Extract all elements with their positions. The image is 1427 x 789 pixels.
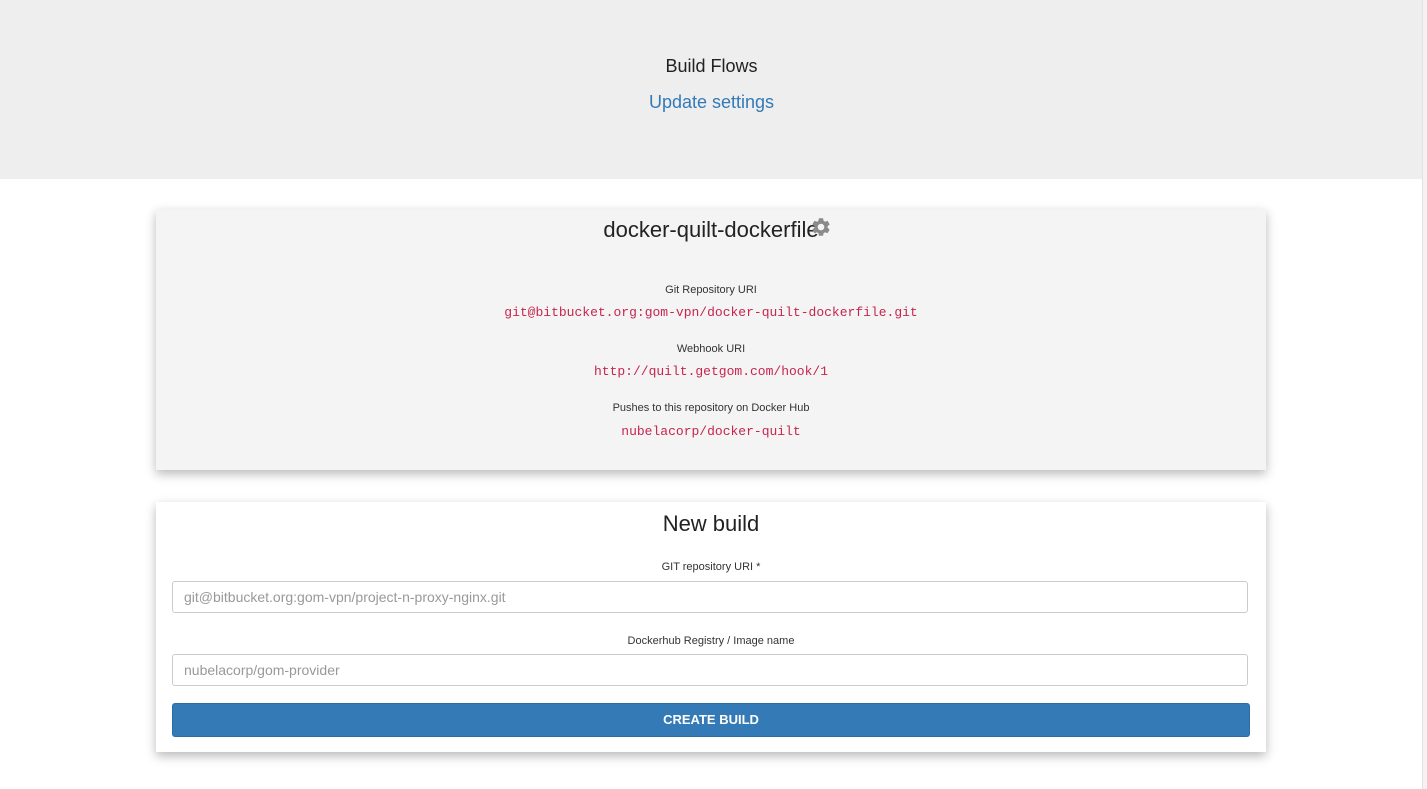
page-header: Build Flows Update settings — [0, 0, 1423, 179]
docker-hub-value: nubelacorp/docker-quilt — [621, 424, 801, 439]
flow-name: docker-quilt-dockerfile — [603, 217, 819, 242]
new-build-card: New build GIT repository URI * Dockerhub… — [156, 502, 1266, 752]
build-flow-card: docker-quilt-dockerfile Git Repository U… — [156, 209, 1266, 470]
git-uri-label: GIT repository URI * — [661, 561, 761, 573]
update-settings-link[interactable]: Update settings — [0, 91, 1423, 113]
scrollbar[interactable] — [1422, 0, 1427, 789]
webhook-value: http://quilt.getgom.com/hook/1 — [593, 364, 829, 379]
page-title: Build Flows — [665, 56, 758, 76]
create-build-button[interactable]: CREATE BUILD — [172, 703, 1250, 737]
git-repository-label: Git Repository URI — [665, 284, 757, 296]
docker-hub-label: Pushes to this repository on Docker Hub — [612, 402, 810, 414]
gear-icon[interactable] — [810, 216, 832, 238]
image-name-label: Dockerhub Registry / Image name — [627, 635, 795, 647]
new-build-title: New build — [662, 511, 760, 536]
git-uri-input[interactable] — [172, 581, 1248, 613]
webhook-label: Webhook URI — [676, 343, 746, 355]
image-name-input[interactable] — [172, 654, 1248, 686]
git-repository-value: git@bitbucket.org:gom-vpn/docker-quilt-d… — [504, 305, 918, 320]
